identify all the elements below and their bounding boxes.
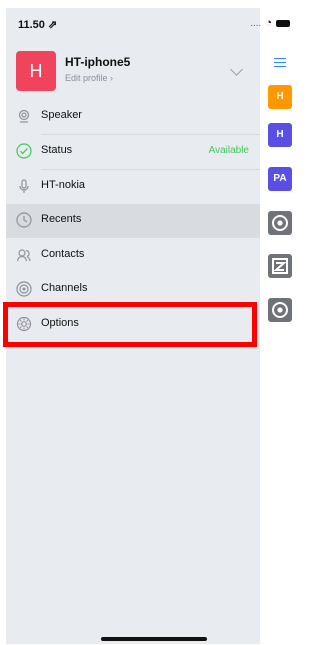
options-highlight-box bbox=[3, 302, 257, 347]
clock-icon bbox=[16, 212, 32, 228]
menu-label-recents: Recents bbox=[41, 213, 82, 225]
channel-sidebar: H H PA bbox=[260, 45, 300, 605]
status-value: Available bbox=[208, 145, 249, 156]
tile-label: H bbox=[276, 129, 284, 140]
z-channel-icon bbox=[272, 258, 288, 274]
z-channel-icon[interactable] bbox=[268, 254, 292, 278]
channel-icon bbox=[272, 215, 288, 231]
avatar: H bbox=[16, 51, 56, 91]
menu-item-status[interactable]: Status Available bbox=[6, 135, 260, 169]
menu-label-speaker: Speaker bbox=[41, 109, 82, 121]
contacts-icon bbox=[16, 249, 31, 262]
home-indicator bbox=[101, 637, 207, 641]
channel-icon bbox=[272, 302, 288, 318]
status-check-icon bbox=[16, 143, 32, 159]
tile-h-purple[interactable]: H bbox=[268, 123, 292, 147]
tile-label: PA bbox=[273, 173, 287, 184]
hamburger-icon[interactable] bbox=[274, 58, 286, 67]
wifi-icon: ◔ bbox=[265, 17, 272, 29]
status-icons: .... ◔ bbox=[250, 17, 290, 29]
app-screen: 11.50 ⇗ .... ◔ H HT-iphone5 Edit profile… bbox=[0, 0, 300, 645]
profile-header[interactable]: H HT-iphone5 Edit profile › bbox=[6, 45, 260, 95]
menu-label-ht-nokia: HT-nokia bbox=[41, 179, 86, 191]
profile-name: HT-iphone5 bbox=[65, 55, 131, 69]
status-bar: 11.50 ⇗ .... ◔ bbox=[18, 16, 298, 34]
menu-item-contacts[interactable]: Contacts bbox=[6, 239, 260, 273]
battery-icon bbox=[276, 19, 290, 27]
edit-profile-link[interactable]: Edit profile › bbox=[65, 73, 113, 83]
speaker-icon bbox=[18, 109, 30, 123]
signal-dots: .... bbox=[250, 17, 262, 29]
channel-icon[interactable] bbox=[268, 298, 292, 322]
channel-icon[interactable] bbox=[268, 211, 292, 235]
tile-h-orange[interactable]: H bbox=[268, 85, 292, 109]
menu-item-speaker[interactable]: Speaker bbox=[6, 100, 260, 134]
microphone-icon bbox=[19, 179, 29, 193]
channels-icon bbox=[16, 281, 32, 297]
menu-label-contacts: Contacts bbox=[41, 248, 85, 260]
tile-pa[interactable]: PA bbox=[268, 167, 292, 191]
menu-label-status: Status bbox=[41, 144, 73, 156]
status-time: 11.50 ⇗ bbox=[18, 19, 58, 31]
tile-label: H bbox=[276, 91, 284, 102]
menu-item-ht-nokia[interactable]: HT-nokia bbox=[6, 170, 260, 204]
menu-label-channels: Channels bbox=[41, 282, 88, 294]
chevron-down-icon[interactable] bbox=[230, 63, 243, 76]
menu-item-recents[interactable]: Recents bbox=[6, 204, 260, 238]
